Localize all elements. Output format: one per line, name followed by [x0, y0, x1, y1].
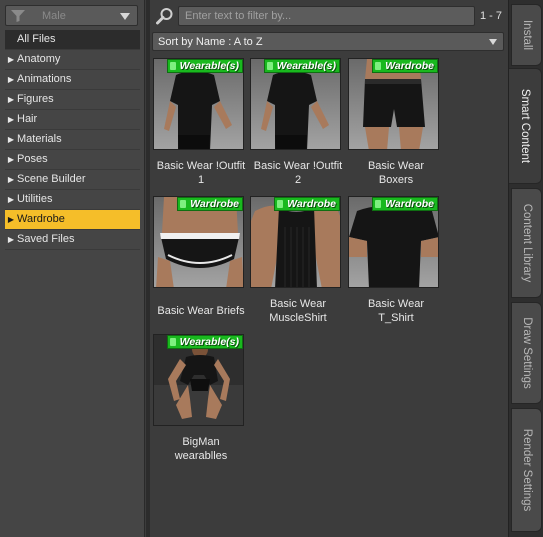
content-pane: 1 - 7 Sort by Name : A to Z Wearable(s) B… — [146, 0, 508, 537]
category-item-animations[interactable]: ▶ Animations — [5, 70, 140, 90]
content-item-name-line1: Basic Wear — [367, 298, 425, 310]
content-type-badge: Wardrobe — [372, 59, 438, 73]
expand-arrow-icon[interactable]: ▶ — [5, 50, 17, 69]
content-item-thumbnail[interactable]: Wearable(s) — [153, 58, 244, 150]
content-item[interactable]: Wearable(s) Basic Wear !Outfit 2 — [250, 58, 346, 187]
category-item-wardrobe[interactable]: ▶ Wardrobe — [5, 210, 140, 230]
content-item[interactable]: Wearable(s) Basic Wear !Outfit 1 — [153, 58, 249, 187]
tab-label: Install — [520, 19, 533, 51]
category-item-scene-builder[interactable]: ▶ Scene Builder — [5, 170, 140, 190]
content-item-thumbnail[interactable]: Wardrobe — [153, 196, 244, 288]
tab-label: Draw Settings — [520, 317, 533, 389]
expand-arrow-icon[interactable]: ▶ — [5, 210, 17, 229]
sort-dropdown-label: Sort by Name : A to Z — [158, 36, 263, 48]
content-item-name-line2: T_Shirt — [378, 312, 414, 324]
expand-arrow-icon[interactable]: ▶ — [5, 90, 17, 109]
content-item[interactable]: Wearable(s) BigMan wearablles — [153, 334, 249, 463]
sort-dropdown[interactable]: Sort by Name : A to Z — [152, 32, 504, 51]
content-item[interactable]: Wardrobe Basic Wear T_Shirt — [348, 196, 444, 325]
expand-arrow-icon[interactable]: ▶ — [5, 110, 17, 129]
content-item-name: Basic Wear MuscleShirt — [250, 297, 346, 325]
expand-arrow-icon[interactable]: ▶ — [5, 230, 17, 249]
content-item-thumbnail[interactable]: Wearable(s) — [250, 58, 341, 150]
category-label: Figures — [17, 93, 54, 105]
tab-render-settings[interactable]: Render Settings — [511, 408, 542, 532]
expand-arrow-icon[interactable]: ▶ — [5, 150, 17, 169]
content-item-thumbnail[interactable]: Wearable(s) — [153, 334, 244, 426]
content-type-badge: Wearable(s) — [263, 59, 340, 73]
category-label: Animations — [17, 73, 72, 85]
content-type-badge: Wearable(s) — [166, 59, 243, 73]
category-item-anatomy[interactable]: ▶ Anatomy — [5, 50, 140, 70]
expand-arrow-icon[interactable]: ▶ — [5, 70, 17, 89]
category-item-poses[interactable]: ▶ Poses — [5, 150, 140, 170]
content-item-name: Basic Wear !Outfit 2 — [250, 159, 346, 187]
tab-draw-settings[interactable]: Draw Settings — [511, 302, 542, 404]
content-item-thumbnail[interactable]: Wardrobe — [348, 58, 439, 150]
filter-dropdown[interactable]: Male — [5, 5, 138, 26]
content-type-badge: Wearable(s) — [166, 335, 243, 349]
expand-arrow-icon[interactable]: ▶ — [5, 170, 17, 189]
tab-label: Smart Content — [519, 88, 531, 164]
category-label: Utilities — [17, 193, 53, 205]
category-label: All Files — [17, 33, 56, 45]
content-item-name-line1: Basic Wear — [367, 160, 425, 172]
category-label: Saved Files — [17, 233, 75, 245]
pane-tabs: Install Smart Content Content Library Draw … — [508, 0, 543, 537]
content-item-name-line2: MuscleShirt — [269, 312, 327, 324]
content-item-name: Basic Wear !Outfit 1 — [153, 159, 249, 187]
category-item-figures[interactable]: ▶ Figures — [5, 90, 140, 110]
category-label: Wardrobe — [17, 213, 65, 225]
content-item-name-line1: Basic Wear !Outfit — [156, 160, 246, 172]
content-item-name: Basic Wear T_Shirt — [348, 297, 444, 325]
tab-content-library[interactable]: Content Library — [511, 188, 542, 298]
content-item[interactable]: Wardrobe Basic Wear MuscleShirt — [250, 196, 346, 325]
content-item-name-line1: Basic Wear !Outfit — [253, 160, 343, 172]
category-label: Hair — [17, 113, 38, 125]
search-input[interactable] — [178, 6, 475, 26]
funnel-icon — [11, 10, 25, 22]
chevron-down-icon — [489, 39, 497, 45]
content-item-name-line2: wearablles — [174, 450, 228, 462]
category-panel: Male All Files ▶ Anatomy ▶ Animations ▶ Figure… — [0, 0, 145, 537]
content-item-name-line2: 1 — [197, 174, 205, 186]
content-item-thumbnail[interactable]: Wardrobe — [250, 196, 341, 288]
expand-arrow-icon[interactable]: ▶ — [5, 190, 17, 209]
content-item-name-line1: Basic Wear Briefs — [157, 305, 245, 317]
content-type-badge: Wardrobe — [274, 197, 340, 211]
category-label: Materials — [17, 133, 62, 145]
content-item-name: BigMan wearablles — [153, 435, 249, 463]
content-item-name: Basic Wear Boxers — [348, 159, 444, 187]
category-item-materials[interactable]: ▶ Materials — [5, 130, 140, 150]
content-type-badge: Wardrobe — [177, 197, 243, 211]
category-item-all-files[interactable]: All Files — [5, 30, 140, 50]
category-label: Scene Builder — [17, 173, 86, 185]
category-label: Poses — [17, 153, 48, 165]
content-item-name-line1: Basic Wear — [269, 298, 327, 310]
category-label: Anatomy — [17, 53, 61, 65]
content-item[interactable]: Wardrobe Basic Wear Boxers — [348, 58, 444, 187]
content-type-badge: Wardrobe — [372, 197, 438, 211]
search-icon[interactable] — [156, 7, 174, 25]
tab-label: Content Library — [520, 203, 533, 283]
tab-smart-content[interactable]: Smart Content — [509, 68, 542, 184]
tab-label: Render Settings — [520, 428, 533, 512]
content-item-name-line2: 2 — [294, 174, 302, 186]
result-count: 1 - 7 — [480, 10, 503, 22]
filter-dropdown-value: Male — [42, 10, 66, 22]
tab-install[interactable]: Install — [511, 4, 542, 66]
content-item[interactable]: Wardrobe Basic Wear Briefs — [153, 196, 249, 318]
content-item-name-line1: BigMan — [182, 436, 220, 448]
category-item-saved-files[interactable]: ▶ Saved Files — [5, 230, 140, 250]
category-item-hair[interactable]: ▶ Hair — [5, 110, 140, 130]
content-item-name: Basic Wear Briefs — [153, 304, 249, 318]
content-item-thumbnail[interactable]: Wardrobe — [348, 196, 439, 288]
expand-arrow-icon[interactable]: ▶ — [5, 130, 17, 149]
chevron-down-icon — [120, 13, 130, 20]
category-list: All Files ▶ Anatomy ▶ Animations ▶ Figures ▶ Hai… — [5, 30, 140, 250]
content-item-name-line2: Boxers — [378, 174, 414, 186]
category-item-utilities[interactable]: ▶ Utilities — [5, 190, 140, 210]
